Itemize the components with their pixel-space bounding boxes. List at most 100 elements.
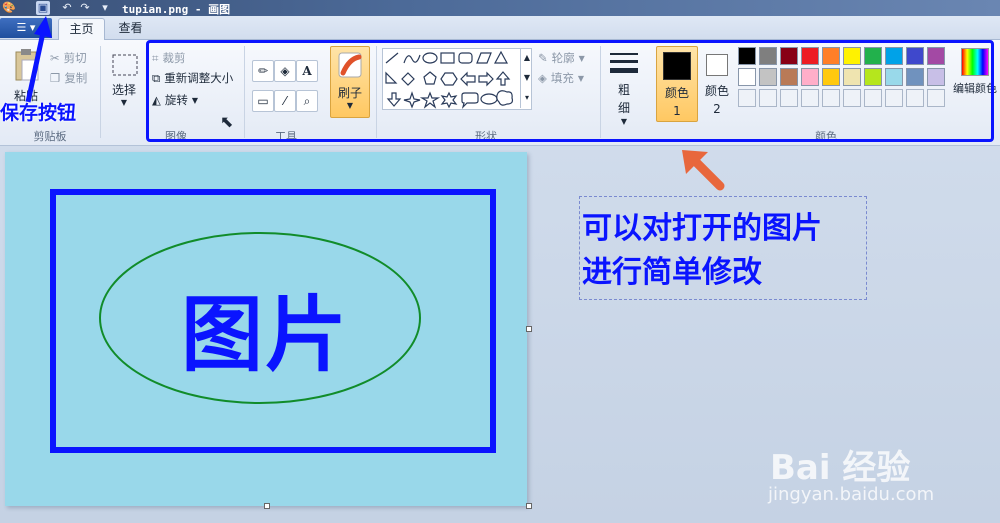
- palette-swatch[interactable]: [801, 47, 819, 65]
- pencil-icon[interactable]: ✏: [252, 60, 274, 82]
- brush-icon: [338, 52, 362, 78]
- palette-swatch[interactable]: [780, 47, 798, 65]
- tab-view[interactable]: 查看: [108, 18, 153, 39]
- tools-group-label: 工具: [275, 130, 297, 143]
- note-line-2: 进行简单修改: [582, 255, 762, 290]
- custom-color-slot[interactable]: [906, 89, 924, 107]
- color2-button[interactable]: 颜色 2: [702, 46, 732, 120]
- colors-group-label: 颜色: [815, 130, 837, 143]
- color1-button[interactable]: 颜色 1: [656, 46, 698, 122]
- crop-label: 裁剪: [162, 51, 186, 65]
- size-label: 粗细: [617, 83, 630, 115]
- shapes-scroll[interactable]: ▲ ▼ ▾: [520, 48, 533, 108]
- clipboard-group-label: 剪贴板: [33, 130, 67, 143]
- custom-color-slot[interactable]: [822, 89, 840, 107]
- chevron-down-icon: ▼: [620, 117, 628, 126]
- save-icon[interactable]: ▣: [36, 1, 50, 15]
- color1-swatch: [663, 52, 691, 80]
- palette-swatch[interactable]: [927, 47, 945, 65]
- customize-quick-access-icon[interactable]: ▾: [98, 1, 112, 15]
- select-button[interactable]: 选择 ▼: [106, 52, 142, 107]
- crop-icon: ⌗: [152, 50, 159, 65]
- chevron-down-icon: ▼: [120, 98, 128, 107]
- custom-color-slot[interactable]: [780, 89, 798, 107]
- baidu-watermark-url: jingyan.baidu.com: [768, 484, 935, 505]
- text-tool-icon[interactable]: A: [296, 60, 318, 82]
- palette-swatch[interactable]: [843, 47, 861, 65]
- resize-handle[interactable]: [526, 503, 532, 509]
- palette-swatch[interactable]: [759, 47, 777, 65]
- separator: [100, 46, 101, 138]
- size-button[interactable]: 粗细 ▼: [606, 50, 642, 126]
- palette-swatch[interactable]: [738, 68, 756, 86]
- custom-color-slot[interactable]: [885, 89, 903, 107]
- select-icon: [112, 54, 138, 76]
- copy-label: 复制: [64, 71, 88, 85]
- resize-handle[interactable]: [526, 326, 532, 332]
- custom-color-slot[interactable]: [801, 89, 819, 107]
- note-line-1: 可以对打开的图片: [582, 211, 822, 246]
- line-size-icon: [610, 53, 638, 73]
- paint-app-icon[interactable]: 🎨: [2, 1, 16, 15]
- resize-label: 重新调整大小: [164, 71, 234, 85]
- palette-swatch[interactable]: [801, 68, 819, 86]
- eraser-icon[interactable]: ▭: [252, 90, 274, 112]
- rotate-button[interactable]: ◭ 旋转 ▼: [152, 92, 198, 108]
- rotate-label: 旋转: [164, 93, 188, 107]
- cut-label: 剪切: [63, 51, 87, 65]
- edit-colors-label: 编辑颜色: [953, 82, 997, 95]
- resize-handle[interactable]: [264, 503, 270, 509]
- resize-button[interactable]: ⧉ 重新调整大小: [152, 70, 233, 86]
- fill-button[interactable]: ◈ 填充 ▼: [538, 70, 584, 86]
- magnifier-icon[interactable]: ⌕: [296, 90, 318, 112]
- palette-swatch[interactable]: [906, 68, 924, 86]
- custom-color-slot[interactable]: [843, 89, 861, 107]
- mouse-cursor-icon: ⬉: [220, 112, 234, 131]
- palette-swatch[interactable]: [864, 47, 882, 65]
- color-picker-icon[interactable]: ⁄: [274, 90, 296, 112]
- save-button-annotation: 保存按钮: [0, 102, 77, 124]
- custom-color-slot[interactable]: [927, 89, 945, 107]
- drawing-canvas[interactable]: 图片: [5, 152, 532, 509]
- palette-swatch[interactable]: [885, 47, 903, 65]
- resize-icon: ⧉: [152, 70, 161, 85]
- fill-label: 填充: [550, 71, 574, 85]
- redo-icon[interactable]: ↷: [78, 1, 92, 15]
- palette-swatch[interactable]: [906, 47, 924, 65]
- undo-icon[interactable]: ↶: [60, 1, 74, 15]
- custom-color-slot[interactable]: [738, 89, 756, 107]
- separator: [600, 46, 601, 138]
- palette-swatch[interactable]: [780, 68, 798, 86]
- palette-swatch[interactable]: [738, 47, 756, 65]
- color1-label: 颜色 1: [664, 86, 689, 118]
- tab-home[interactable]: 主页: [58, 18, 105, 40]
- ribbon-arrow-annotation: [682, 150, 725, 191]
- color-palette: [738, 47, 950, 111]
- palette-swatch[interactable]: [927, 68, 945, 86]
- color2-label: 颜色 2: [704, 84, 729, 116]
- outline-button[interactable]: ✎ 轮廓 ▼: [538, 50, 585, 66]
- color2-swatch: [706, 54, 728, 76]
- shapes-gallery: [382, 48, 532, 110]
- ribbon-tab-row: ☰ ▾ 主页 查看: [0, 16, 1000, 40]
- palette-swatch[interactable]: [822, 47, 840, 65]
- chevron-down-icon: ▼: [578, 53, 585, 63]
- palette-swatch[interactable]: [885, 68, 903, 86]
- separator: [376, 46, 377, 138]
- brushes-button[interactable]: 刷子 ▼: [330, 46, 370, 118]
- baidu-watermark-logo: Bai 经验: [770, 448, 911, 488]
- chevron-down-icon: ▼: [346, 101, 354, 110]
- window-title: tupian.png - 画图: [122, 3, 231, 16]
- separator: [244, 46, 245, 138]
- palette-swatch[interactable]: [864, 68, 882, 86]
- custom-color-slot[interactable]: [864, 89, 882, 107]
- palette-swatch[interactable]: [822, 68, 840, 86]
- palette-swatch[interactable]: [759, 68, 777, 86]
- canvas-text: 图片: [181, 288, 350, 383]
- fill-bucket-icon[interactable]: ◈: [274, 60, 296, 82]
- crop-button[interactable]: ⌗ 裁剪: [152, 50, 185, 66]
- custom-color-slot[interactable]: [759, 89, 777, 107]
- select-label: 选择: [111, 83, 136, 97]
- edit-colors-button[interactable]: 编辑颜色: [950, 48, 1000, 96]
- palette-swatch[interactable]: [843, 68, 861, 86]
